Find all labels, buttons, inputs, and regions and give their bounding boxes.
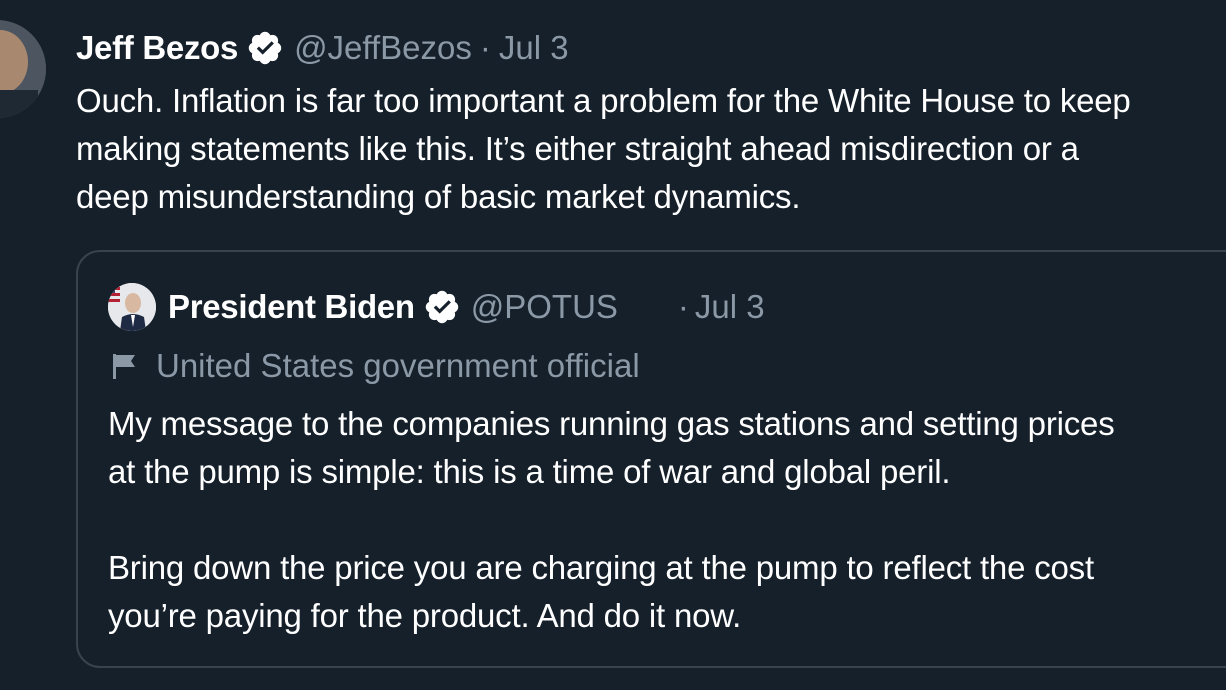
author-handle[interactable]: @JeffBezos xyxy=(294,26,472,70)
quoted-author-avatar[interactable] xyxy=(108,283,156,331)
government-label[interactable]: United States government official xyxy=(110,342,640,390)
verified-badge-icon xyxy=(246,29,284,67)
author-name[interactable]: Jeff Bezos xyxy=(76,26,238,70)
author-avatar-image xyxy=(0,20,46,118)
quoted-author-name[interactable]: President Biden xyxy=(168,288,415,326)
header-separator: · xyxy=(479,29,491,66)
tweet-date[interactable]: Jul 3 xyxy=(499,26,569,70)
government-label-text: United States government official xyxy=(156,347,640,384)
author-avatar[interactable] xyxy=(0,20,46,118)
quoted-tweet-card[interactable]: President Biden @POTUS · Jul 3 United St… xyxy=(76,250,1226,668)
quoted-tweet-date[interactable]: Jul 3 xyxy=(695,288,765,326)
quoted-author-avatar-image xyxy=(108,283,156,331)
quoted-header-separator: · xyxy=(677,288,689,325)
quoted-tweet-header: President Biden @POTUS · Jul 3 xyxy=(108,282,765,332)
tweet-text: Ouch. Inflation is far too important a p… xyxy=(76,82,1131,215)
flag-icon xyxy=(110,351,140,381)
quoted-tweet-text: My message to the companies running gas … xyxy=(108,405,1115,634)
quoted-author-handle[interactable]: @POTUS xyxy=(471,288,618,326)
tweet-header: Jeff Bezos @JeffBezos · Jul 3 xyxy=(76,26,569,70)
verified-badge-icon xyxy=(423,288,461,326)
